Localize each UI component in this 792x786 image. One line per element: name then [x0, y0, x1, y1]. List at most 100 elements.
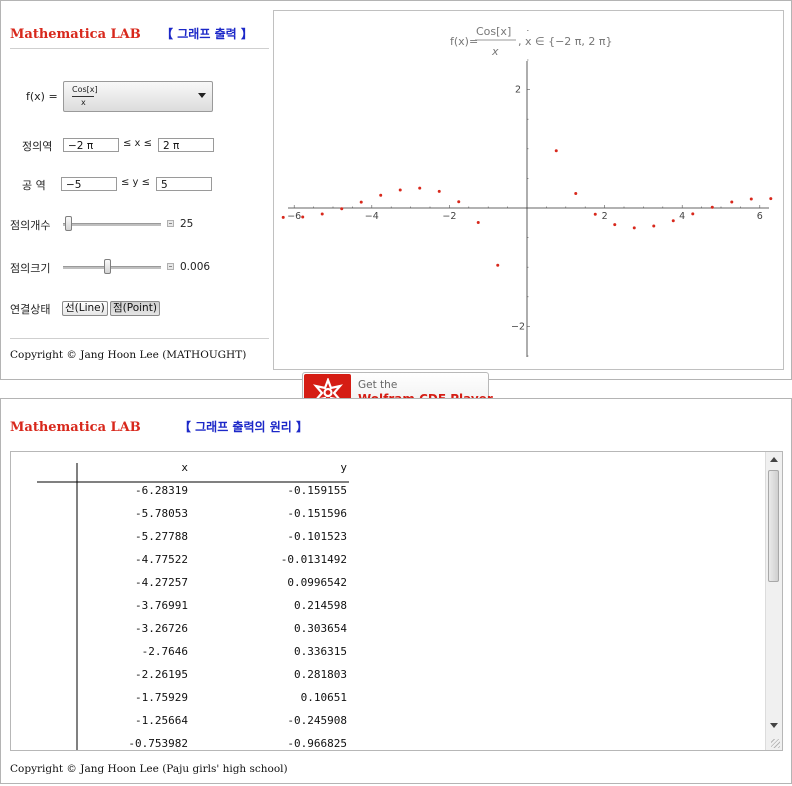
- table-cell-y: 0.303654: [294, 622, 347, 635]
- data-point: [418, 186, 422, 190]
- table-header-x: x: [181, 461, 188, 474]
- data-point: [730, 200, 734, 204]
- scatter-plot: f(x)=Cos[x]x, x ∈ {−2 π, 2 π}−6−4−224642…: [281, 25, 773, 357]
- lab-title: Mathematica LAB: [10, 27, 141, 42]
- table-cell-y: -0.0131492: [281, 553, 347, 566]
- point-count-value: 25: [180, 218, 194, 230]
- table-cell-y: 0.281803: [294, 668, 347, 681]
- point-count-slider[interactable]: [63, 223, 161, 226]
- scrollbar-thumb[interactable]: [768, 470, 779, 582]
- table-cell-y: -0.966825: [287, 737, 347, 750]
- panel-subtitle: 【 그래프 출력의 원리 】: [178, 420, 308, 434]
- domain-max-input[interactable]: 2 π: [158, 138, 214, 152]
- footer-divider: [10, 338, 269, 339]
- data-point: [359, 200, 363, 204]
- table-cell-y: -0.101523: [287, 530, 347, 543]
- data-point: [691, 212, 695, 216]
- function-label: f(x) =: [26, 90, 58, 103]
- table-header-y: y: [340, 461, 347, 474]
- panel-subtitle: 【 그래프 출력 】: [161, 27, 253, 41]
- function-select[interactable]: Cos[x] x: [63, 81, 213, 112]
- data-point: [593, 212, 597, 216]
- x-tick-label: 6: [757, 211, 763, 222]
- table-cell-x: -4.27257: [135, 576, 188, 589]
- x-tick-label: −4: [365, 211, 379, 222]
- graph-output-panel: Mathematica LAB 【 그래프 출력 】 f(x) = Cos[x]…: [0, 0, 792, 380]
- point-size-slider-thumb[interactable]: [103, 259, 111, 274]
- x-tick-label: −2: [442, 211, 456, 222]
- table-cell-y: -0.245908: [287, 714, 347, 727]
- point-size-slider[interactable]: [63, 266, 161, 269]
- data-point: [710, 205, 714, 209]
- table-cell-x: -1.25664: [135, 714, 188, 727]
- data-point: [437, 189, 441, 193]
- connect-state-label: 연결상태: [10, 303, 51, 316]
- data-point: [671, 219, 675, 223]
- function-denominator: x: [81, 98, 86, 107]
- plot-title-prefix: f(x)=: [450, 35, 478, 48]
- domain-min-input[interactable]: −2 π: [63, 138, 119, 152]
- table-cell-y: 0.214598: [294, 599, 347, 612]
- x-tick-label: 4: [679, 211, 685, 222]
- data-point: [749, 197, 753, 201]
- data-table-output[interactable]: x y -6.28319 -0.159155 -5.78053 -0.151596 -5.2…: [10, 451, 783, 751]
- table-cell-y: 0.0996542: [287, 576, 347, 589]
- table-cell-x: -5.78053: [135, 507, 188, 520]
- data-point: [281, 215, 285, 219]
- table-cell-x: -2.26195: [135, 668, 188, 681]
- xy-table: x y -6.28319 -0.159155 -5.78053 -0.151596 -5.2…: [37, 461, 349, 750]
- data-point: [476, 221, 480, 225]
- data-point: [301, 215, 305, 219]
- data-point: [340, 207, 344, 211]
- lab-title: Mathematica LAB: [10, 420, 141, 435]
- table-cell-x: -2.7646: [142, 645, 188, 658]
- resize-grip-icon[interactable]: [771, 739, 780, 748]
- scroll-down-icon[interactable]: [770, 723, 778, 728]
- x-tick-label: −6: [287, 211, 301, 222]
- table-cell-x: -4.77522: [135, 553, 188, 566]
- table-cell-y: 0.336315: [294, 645, 347, 658]
- plot-title-suffix: , x ∈ {−2 π, 2 π}: [518, 35, 613, 48]
- y-tick-label: 2: [515, 85, 521, 96]
- data-point: [613, 223, 617, 227]
- point-size-label: 점의크기: [10, 262, 51, 275]
- copyright-text: Copyright © Jang Hoon Lee (MATHOUGHT): [10, 349, 247, 361]
- point-mode-button[interactable]: 점(Point): [110, 301, 160, 316]
- scroll-up-icon[interactable]: [770, 457, 778, 462]
- range-relation: ≤ y ≤: [121, 177, 151, 188]
- plot-title-denominator: x: [491, 45, 499, 58]
- point-count-expand-icon[interactable]: [167, 220, 174, 227]
- data-point: [554, 149, 558, 153]
- range-min-input[interactable]: −5: [61, 177, 117, 191]
- function-numerator: Cos[x]: [72, 85, 98, 94]
- data-point: [769, 197, 773, 201]
- data-point: [652, 224, 656, 228]
- data-point: [496, 263, 500, 267]
- data-point: [398, 188, 402, 192]
- table-cell-x: -1.75929: [135, 691, 188, 704]
- point-count-slider-thumb[interactable]: [64, 216, 72, 231]
- point-count-label: 점의개수: [10, 219, 51, 232]
- plot-area: f(x)=Cos[x]x, x ∈ {−2 π, 2 π}−6−4−224642…: [273, 10, 784, 370]
- vertical-scrollbar[interactable]: [765, 452, 782, 750]
- principle-panel: Mathematica LAB 【 그래프 출력의 원리 】 x y -6.2831…: [0, 398, 792, 784]
- line-mode-button[interactable]: 선(Line): [62, 301, 108, 316]
- data-point: [632, 226, 636, 230]
- table-cell-x: -3.76991: [135, 599, 188, 612]
- table-cell-x: -0.753982: [128, 737, 188, 750]
- data-point: [574, 191, 578, 195]
- table-cell-x: -6.28319: [135, 484, 188, 497]
- plot-title-numerator: Cos[x]: [476, 25, 511, 38]
- domain-label: 정의역: [22, 140, 53, 153]
- data-point: [457, 200, 461, 204]
- x-tick-label: 2: [602, 211, 608, 222]
- fraction-bar: [72, 96, 94, 97]
- table-cell-x: -5.27788: [135, 530, 188, 543]
- header-divider: [10, 48, 269, 49]
- point-size-expand-icon[interactable]: [167, 263, 174, 270]
- chevron-down-icon: [198, 93, 206, 98]
- table-cell-x: -3.26726: [135, 622, 188, 635]
- copyright-text: Copyright © Jang Hoon Lee (Paju girls' h…: [10, 763, 288, 775]
- range-max-input[interactable]: 5: [156, 177, 212, 191]
- data-point: [320, 212, 324, 216]
